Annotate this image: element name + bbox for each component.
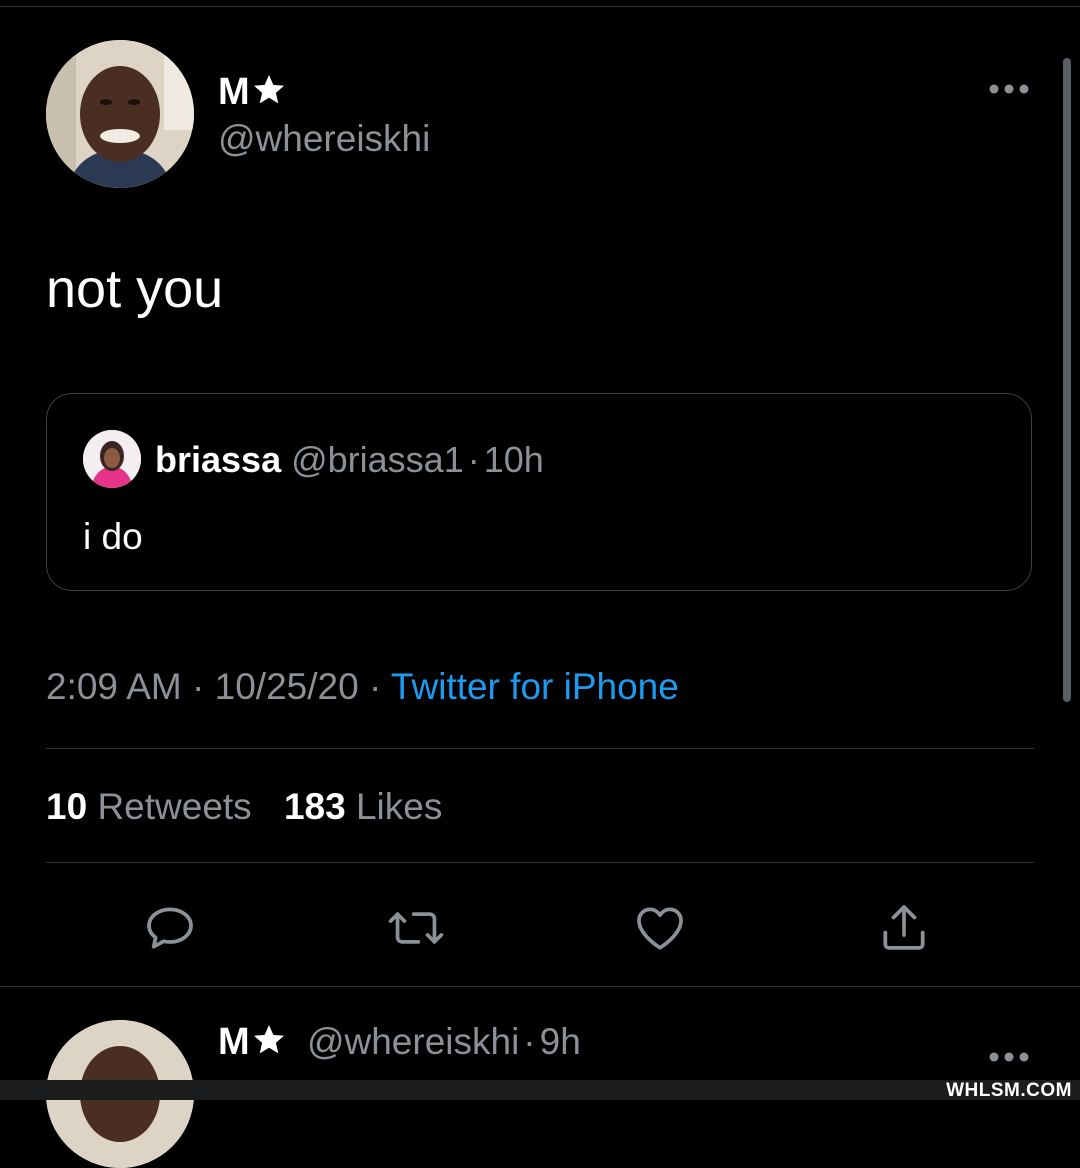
meta-separator: ·	[192, 666, 205, 707]
quoted-text: i do	[83, 516, 143, 557]
divider	[0, 986, 1080, 987]
tweet-stats: 10 Retweets 183 Likes	[46, 786, 442, 828]
reply-display-name-text: M	[218, 1021, 250, 1063]
display-name-text: M	[218, 71, 250, 113]
avatar-photo	[46, 40, 194, 188]
watermark-bar	[0, 1080, 1080, 1100]
scrollbar[interactable]	[1063, 58, 1071, 702]
more-horizontal-icon[interactable]	[988, 1034, 1030, 1073]
user-handle[interactable]: @whereiskhi	[218, 118, 430, 160]
top-divider	[0, 6, 1080, 7]
quoted-separator: ·	[467, 439, 480, 480]
quoted-avatar[interactable]	[83, 430, 141, 488]
reply-icon	[147, 907, 193, 949]
tweet-time: 2:09 AM	[46, 666, 182, 707]
star-icon	[253, 1025, 284, 1054]
quoted-avatar-photo	[83, 430, 141, 488]
quoted-header: briassa @briassa1 · 10h	[155, 438, 544, 482]
retweet-icon	[388, 912, 444, 944]
reply-separator: ·	[523, 1021, 536, 1062]
likes-count: 183	[283, 786, 346, 827]
share-button[interactable]	[874, 898, 934, 958]
like-button[interactable]	[630, 898, 690, 958]
likes-stat[interactable]: 183 Likes	[284, 786, 442, 827]
tweet-source-link[interactable]: Twitter for iPhone	[391, 666, 679, 707]
share-icon	[883, 905, 925, 950]
more-horizontal-icon[interactable]	[988, 66, 1030, 105]
divider	[46, 748, 1034, 749]
meta-separator: ·	[368, 666, 382, 707]
reply-header: M @whereiskhi · 9h	[218, 1020, 581, 1064]
star-icon	[253, 75, 284, 104]
tweet-date: 10/25/20	[214, 666, 359, 707]
reply-handle[interactable]: @whereiskhi	[307, 1021, 519, 1062]
reply-button[interactable]	[140, 898, 200, 958]
tweet-meta: 2:09 AM · 10/25/20 · Twitter for iPhone	[46, 666, 679, 708]
watermark: WHLSM.COM	[946, 1080, 1072, 1101]
quoted-display-name[interactable]: briassa	[155, 439, 281, 480]
tweet-text: not you	[46, 259, 224, 319]
retweets-label: Retweets	[97, 786, 252, 827]
quoted-handle[interactable]: @briassa1	[291, 439, 464, 480]
retweets-count: 10	[46, 786, 88, 827]
retweets-stat[interactable]: 10 Retweets	[46, 786, 252, 827]
avatar[interactable]	[46, 40, 194, 188]
quoted-tweet-card[interactable]: briassa @briassa1 · 10h i do	[46, 393, 1032, 591]
retweet-button[interactable]	[386, 898, 446, 958]
reply-display-name[interactable]: M	[218, 1021, 287, 1063]
display-name[interactable]: M	[218, 70, 287, 114]
heart-icon	[637, 907, 683, 950]
reply-time: 9h	[539, 1021, 581, 1062]
likes-label: Likes	[355, 786, 443, 827]
quoted-time: 10h	[483, 439, 544, 480]
divider	[46, 862, 1034, 863]
